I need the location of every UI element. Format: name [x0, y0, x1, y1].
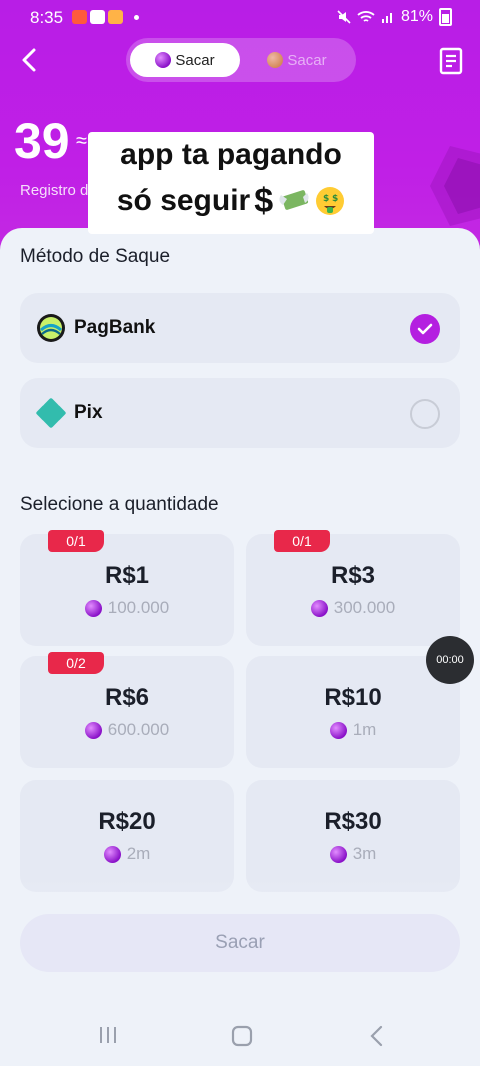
radio-unselected-icon[interactable] [410, 399, 440, 429]
amount-coins: 3m [352, 844, 377, 863]
youtube-icon [90, 10, 105, 24]
gold-coin-icon [267, 52, 284, 68]
signal-icon [381, 13, 392, 23]
amount-option-6[interactable]: 0/2 R$6 600.000 [20, 652, 234, 768]
amount-option-20[interactable]: R$20 2m [20, 780, 234, 892]
back-nav-icon[interactable] [368, 1024, 386, 1048]
mute-icon [337, 10, 351, 24]
svg-text:$: $ [332, 194, 338, 204]
video-caption: app ta pagando só seguir $ $ $ [88, 132, 374, 234]
amount-cost: 3m [246, 844, 460, 864]
amount-coins: 600.000 [107, 720, 170, 739]
purple-coin-icon [310, 599, 328, 617]
recent-apps-icon[interactable] [97, 1024, 119, 1046]
purple-coin-icon [329, 721, 347, 739]
amount-value: R$10 [324, 684, 382, 711]
amount-option-3[interactable]: 0/1 R$3 300.000 [246, 530, 460, 646]
amount-coins: 100.000 [107, 598, 170, 617]
status-bar: 8:35 81% [0, 0, 480, 36]
amount-coins: 2m [126, 844, 151, 863]
history-document-icon[interactable] [438, 46, 466, 76]
amount-section-title: Selecione a quantidade [20, 494, 219, 515]
purple-coin-icon [84, 721, 102, 739]
caption-line-2-row: só seguir $ $ $ [88, 178, 374, 224]
amount-cost: 600.000 [20, 720, 234, 740]
battery-icon [439, 8, 452, 26]
purple-coin-icon [103, 845, 121, 863]
notification-app-icon [72, 10, 87, 24]
tab-sacar-coins[interactable]: Sacar [242, 43, 352, 77]
tab-label: Sacar [175, 51, 215, 69]
more-notifications-icon [134, 14, 139, 20]
back-arrow-icon[interactable] [16, 44, 46, 76]
status-time: 8:35 [30, 8, 64, 27]
amount-cost: 1m [246, 720, 460, 740]
battery-percent: 81% [400, 8, 433, 25]
radio-selected-check-icon[interactable] [410, 314, 440, 344]
notification-icons [72, 10, 139, 24]
amount-value: R$3 [330, 562, 376, 589]
method-name: PagBank [74, 317, 156, 338]
amount-value: R$20 [98, 808, 156, 835]
method-name: Pix [74, 402, 103, 423]
balance-amount: 39 [14, 113, 70, 169]
amount-option-10[interactable]: R$10 1m [246, 656, 460, 768]
amount-coins: 300.000 [333, 598, 396, 617]
caption-line-1: app ta pagando [120, 138, 342, 171]
amount-value: R$6 [104, 684, 150, 711]
amount-value: R$1 [104, 562, 150, 589]
amount-option-30[interactable]: R$30 3m [246, 780, 460, 892]
home-icon[interactable] [230, 1024, 254, 1048]
amount-coins: 1m [352, 720, 377, 739]
system-nav-bar [0, 1008, 480, 1066]
tab-label: Sacar [287, 51, 327, 69]
svg-text:$: $ [323, 194, 329, 204]
currency-segmented-control: Sacar Sacar [126, 38, 356, 82]
money-mouth-face-emoji-icon: $ $ [316, 187, 345, 215]
method-section-title: Método de Saque [20, 246, 171, 267]
caption-dollar: $ [254, 182, 274, 220]
sacar-button[interactable]: Sacar [20, 914, 460, 972]
recording-timer[interactable]: 00:00 [426, 636, 474, 684]
registro-link[interactable]: Registro d [20, 182, 88, 199]
wifi-icon [357, 11, 375, 22]
approx-symbol: ≈ [76, 130, 87, 152]
pix-logo-icon [36, 398, 66, 428]
amount-cost: 100.000 [20, 598, 234, 618]
method-pix[interactable]: Pix [20, 378, 460, 448]
caption-line-2: só seguir [116, 184, 251, 217]
limit-badge: 0/1 [274, 530, 330, 552]
money-wings-emoji-icon [279, 190, 309, 210]
limit-badge: 0/1 [48, 530, 104, 552]
pagbank-logo-icon [37, 314, 65, 342]
purple-coin-icon [155, 52, 172, 68]
purple-coin-icon [84, 599, 102, 617]
status-right: 81% [337, 8, 452, 26]
gem-decoration-icon [430, 146, 480, 226]
amount-cost: 300.000 [246, 598, 460, 618]
purple-coin-icon [329, 845, 347, 863]
amount-cost: 2m [20, 844, 234, 864]
method-pagbank[interactable]: PagBank [20, 293, 460, 363]
notification-app-icon [108, 10, 123, 24]
amount-option-1[interactable]: 0/1 R$1 100.000 [20, 530, 234, 646]
tab-sacar-gems[interactable]: Sacar [130, 43, 240, 77]
amount-value: R$30 [324, 808, 382, 835]
limit-badge: 0/2 [48, 652, 104, 674]
